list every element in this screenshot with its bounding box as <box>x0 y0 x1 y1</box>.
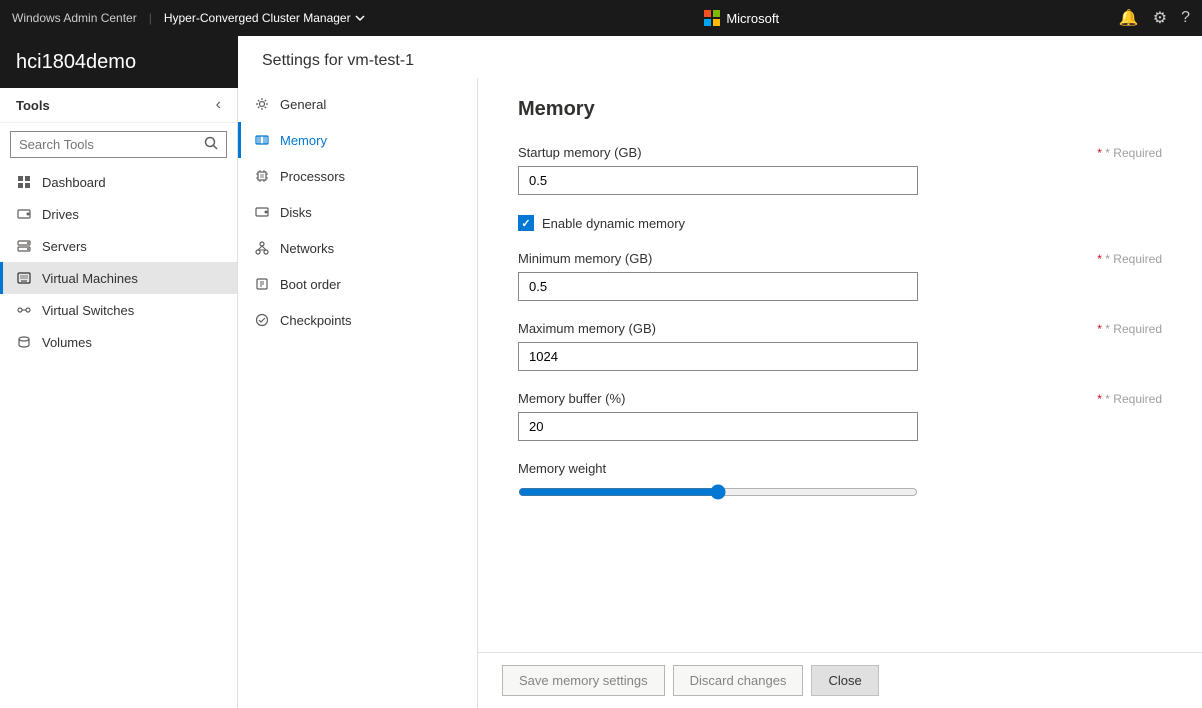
topbar: Windows Admin Center | Hyper-Converged C… <box>0 0 1202 36</box>
collapse-sidebar-button[interactable]: ‹ <box>216 96 221 114</box>
servers-icon <box>16 238 32 254</box>
boot-order-icon <box>254 276 270 292</box>
settings-nav-label: Processors <box>280 169 345 184</box>
sidebar-item-label: Dashboard <box>42 175 106 190</box>
nav-items: Dashboard Drives Servers <box>0 166 237 708</box>
app-title: hci1804demo <box>0 36 238 88</box>
close-button[interactable]: Close <box>811 665 878 696</box>
search-button[interactable] <box>204 136 218 153</box>
checkpoints-icon <box>254 312 270 328</box>
settings-nav-memory[interactable]: Memory <box>238 122 477 158</box>
microsoft-logo <box>704 10 720 26</box>
processors-icon <box>254 168 270 184</box>
sidebar-item-servers[interactable]: Servers <box>0 230 237 262</box>
startup-memory-input[interactable] <box>518 166 918 195</box>
settings-nav-disks[interactable]: Disks <box>238 194 477 230</box>
startup-memory-group: Startup memory (GB) * * Required <box>518 145 1162 195</box>
save-memory-settings-button[interactable]: Save memory settings <box>502 665 665 696</box>
sidebar-item-label: Virtual Switches <box>42 303 134 318</box>
virtual-machines-icon <box>16 270 32 286</box>
drives-icon <box>16 206 32 222</box>
dashboard-icon <box>16 174 32 190</box>
buffer-input[interactable] <box>518 412 918 441</box>
enable-dynamic-label[interactable]: Enable dynamic memory <box>542 216 685 231</box>
sidebar-item-virtual-switches[interactable]: Virtual Switches <box>0 294 237 326</box>
discard-changes-button[interactable]: Discard changes <box>673 665 804 696</box>
settings-nav-label: General <box>280 97 326 112</box>
notification-icon[interactable]: 🔔 <box>1119 8 1139 28</box>
sidebar-item-volumes[interactable]: Volumes <box>0 326 237 358</box>
memory-weight-group: Memory weight <box>518 461 1162 503</box>
search-icon <box>204 136 218 150</box>
max-memory-label: Maximum memory (GB) <box>518 321 656 336</box>
settings-icon[interactable]: ⚙ <box>1153 8 1167 28</box>
settings-nav-boot-order[interactable]: Boot order <box>238 266 477 302</box>
settings-main: Memory Startup memory (GB) * * Required <box>478 78 1202 708</box>
sidebar-item-label: Volumes <box>42 335 92 350</box>
sidebar-tools-header: Tools ‹ <box>0 88 237 123</box>
startup-memory-required: * * Required <box>1097 146 1162 160</box>
settings-nav-label: Boot order <box>280 277 341 292</box>
sidebar-item-label: Servers <box>42 239 87 254</box>
settings-nav-label: Memory <box>280 133 327 148</box>
disks-icon <box>254 204 270 220</box>
memory-buffer-group: Memory buffer (%) * * Required <box>518 391 1162 441</box>
search-input[interactable] <box>19 137 198 152</box>
page-title: Settings for vm-test-1 <box>238 36 1202 78</box>
settings-content: Memory Startup memory (GB) * * Required <box>478 78 1202 652</box>
help-icon[interactable]: ? <box>1181 9 1190 27</box>
sidebar-item-label: Drives <box>42 207 79 222</box>
max-memory-input[interactable] <box>518 342 918 371</box>
settings-nav-checkpoints[interactable]: Checkpoints <box>238 302 477 338</box>
settings-sidebar: General Memory Processors <box>238 78 478 708</box>
memory-weight-slider[interactable] <box>518 484 918 500</box>
settings-nav-label: Networks <box>280 241 334 256</box>
section-title: Memory <box>518 98 1162 121</box>
tools-label: Tools <box>16 98 50 113</box>
enable-dynamic-memory-group: ✓ Enable dynamic memory <box>518 215 1162 231</box>
min-memory-required: * * Required <box>1097 252 1162 266</box>
sidebar-item-virtual-machines[interactable]: Virtual Machines <box>0 262 237 294</box>
max-memory-group: Maximum memory (GB) * * Required <box>518 321 1162 371</box>
enable-dynamic-checkbox[interactable]: ✓ <box>518 215 534 231</box>
min-memory-input[interactable] <box>518 272 918 301</box>
settings-nav-label: Checkpoints <box>280 313 352 328</box>
settings-nav-general[interactable]: General <box>238 86 477 122</box>
general-icon <box>254 96 270 112</box>
sidebar-item-drives[interactable]: Drives <box>0 198 237 230</box>
topbar-app-name: Windows Admin Center <box>12 11 137 25</box>
max-memory-required: * * Required <box>1097 322 1162 336</box>
topbar-cluster-name[interactable]: Hyper-Converged Cluster Manager <box>164 11 365 25</box>
virtual-switches-icon <box>16 302 32 318</box>
volumes-icon <box>16 334 32 350</box>
topbar-brand: Microsoft <box>726 11 779 26</box>
settings-nav-label: Disks <box>280 205 312 220</box>
checkmark-icon: ✓ <box>521 217 530 230</box>
settings-nav-processors[interactable]: Processors <box>238 158 477 194</box>
sidebar-item-dashboard[interactable]: Dashboard <box>0 166 237 198</box>
settings-footer: Save memory settings Discard changes Clo… <box>478 652 1202 708</box>
startup-memory-label: Startup memory (GB) <box>518 145 642 160</box>
memory-icon <box>254 132 270 148</box>
search-box <box>0 123 237 166</box>
min-memory-group: Minimum memory (GB) * * Required <box>518 251 1162 301</box>
buffer-label: Memory buffer (%) <box>518 391 625 406</box>
min-memory-label: Minimum memory (GB) <box>518 251 652 266</box>
weight-label: Memory weight <box>518 461 1162 476</box>
buffer-required: * * Required <box>1097 392 1162 406</box>
sidebar-item-label: Virtual Machines <box>42 271 138 286</box>
settings-nav-networks[interactable]: Networks <box>238 230 477 266</box>
chevron-down-icon <box>355 13 365 23</box>
networks-icon <box>254 240 270 256</box>
